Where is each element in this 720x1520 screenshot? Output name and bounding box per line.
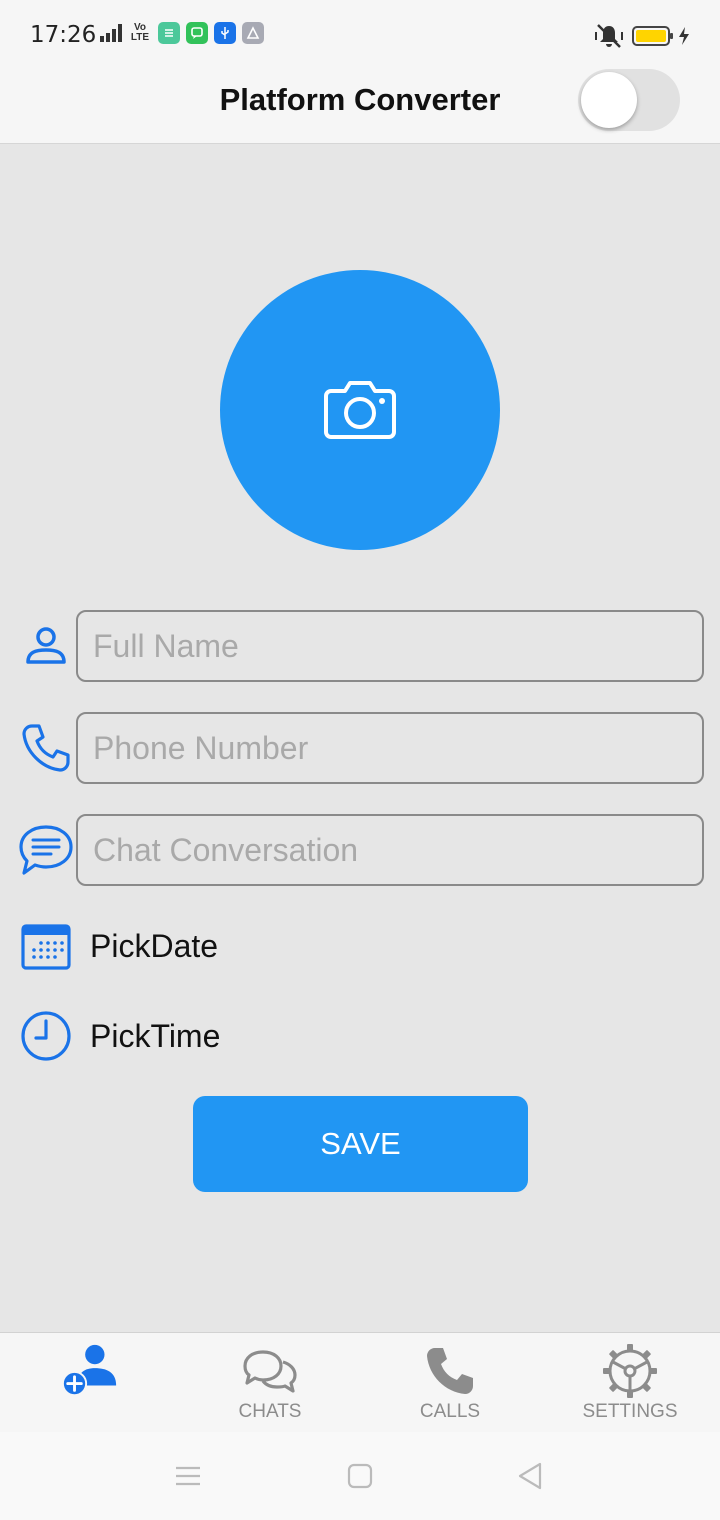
app-notification-icon [158,22,180,44]
home-icon[interactable] [340,1460,380,1492]
chats-icon [240,1341,300,1401]
save-button[interactable]: SAVE [193,1096,528,1192]
status-indicators: Vo LTE [100,22,264,44]
bottom-navigation: CHATS CALLS SETTINGS [0,1332,720,1432]
app-bar: Platform Converter [0,69,720,144]
tab-calls-label: CALLS [419,1401,481,1422]
status-right [594,22,690,50]
usb-icon [214,22,236,44]
tab-add-contact[interactable] [0,1333,180,1433]
chat-bubble-icon [18,822,74,878]
calendar-icon[interactable] [18,918,74,974]
vibrate-mute-icon [595,24,623,48]
status-bar: 17:26 Vo LTE [0,0,720,72]
pick-time-button[interactable]: PickTime [90,1018,220,1055]
person-icon [18,618,74,674]
charging-icon [679,27,689,45]
platform-toggle-switch[interactable] [578,69,680,131]
tab-calls[interactable]: CALLS [360,1333,540,1433]
menu-icon[interactable] [168,1460,208,1492]
tab-chats[interactable]: CHATS [180,1333,360,1433]
battery-icon [632,26,673,46]
chat-conversation-input[interactable] [76,814,704,886]
message-notification-icon [186,22,208,44]
full-name-input[interactable] [76,610,704,682]
tab-settings-label: SETTINGS [582,1401,678,1422]
camera-icon [324,381,396,439]
toggle-knob [581,72,637,128]
phone-icon [420,1341,480,1401]
back-icon[interactable] [510,1460,550,1492]
settings-gear-icon [600,1341,660,1401]
phone-icon [18,720,74,776]
system-navigation-bar [0,1432,720,1520]
status-time: 17:26 [30,22,97,48]
signal-icon [100,24,122,42]
phone-number-input[interactable] [76,712,704,784]
add-contact-icon [60,1341,120,1401]
profile-photo-picker[interactable] [220,270,500,550]
pick-date-button[interactable]: PickDate [90,928,218,965]
volte-indicator: Vo LTE [130,22,150,43]
store-notification-icon [242,22,264,44]
tab-settings[interactable]: SETTINGS [540,1333,720,1433]
tab-chats-label: CHATS [238,1401,302,1422]
clock-icon[interactable] [18,1008,74,1064]
